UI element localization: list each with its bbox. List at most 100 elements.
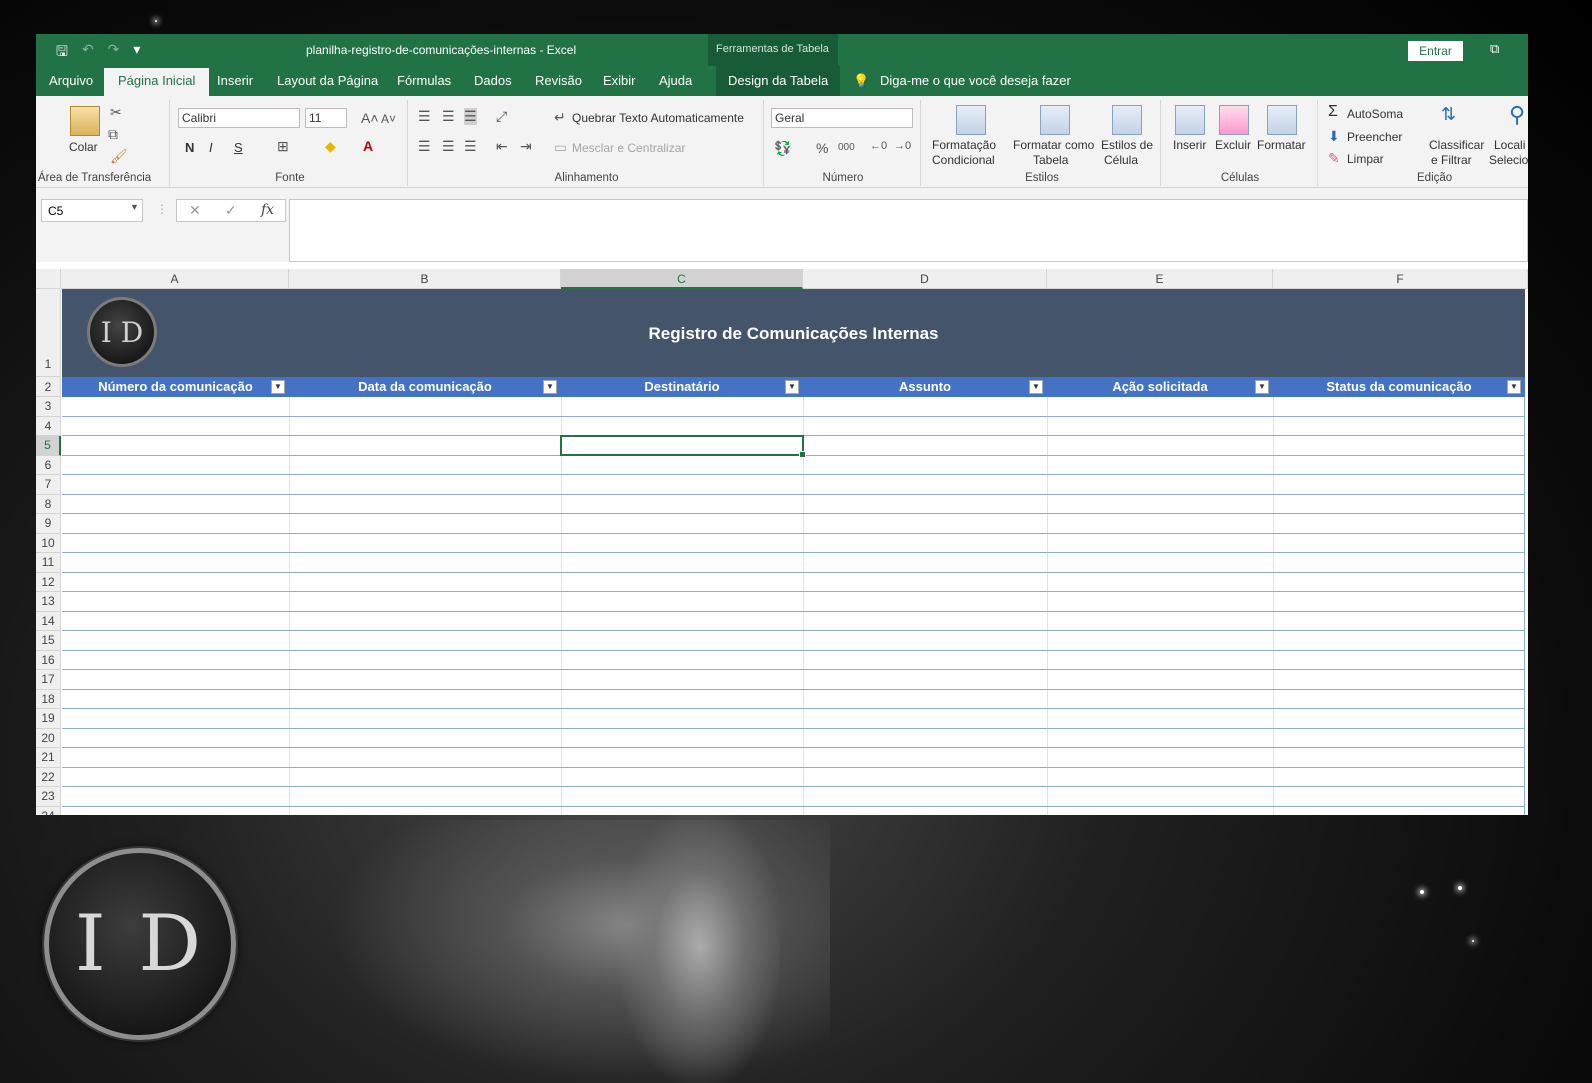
row-header[interactable]: 9 <box>36 514 61 534</box>
fill-button[interactable]: Preencher <box>1347 130 1402 144</box>
row-header[interactable]: 11 <box>36 553 61 573</box>
column-header-e[interactable]: E <box>1047 269 1273 289</box>
align-center-icon[interactable]: ☰ <box>442 138 455 155</box>
find-select-label-1[interactable]: Locali <box>1494 138 1525 152</box>
table-row[interactable] <box>62 475 1525 495</box>
cell-styles-label-2[interactable]: Célula <box>1104 153 1138 167</box>
filter-dropdown-icon[interactable]: ▼ <box>543 380 557 394</box>
autosum-icon[interactable]: Σ <box>1328 103 1338 121</box>
customize-qat-icon[interactable]: ▾ <box>133 41 140 65</box>
selected-cell[interactable] <box>560 435 806 458</box>
table-row[interactable] <box>62 787 1525 807</box>
conditional-formatting-icon[interactable] <box>956 105 986 135</box>
tab-formulas[interactable]: Fórmulas <box>397 73 451 88</box>
tab-dados[interactable]: Dados <box>474 73 512 88</box>
row-header[interactable]: 19 <box>36 709 61 729</box>
table-row[interactable] <box>62 456 1525 475</box>
conditional-formatting-label-1[interactable]: Formatação <box>932 138 996 152</box>
row-header[interactable]: 16 <box>36 650 61 670</box>
autosum-button[interactable]: AutoSoma <box>1347 107 1403 121</box>
row-header[interactable]: 6 <box>36 455 61 475</box>
column-header-a[interactable]: A <box>61 269 289 289</box>
row-header[interactable]: 23 <box>36 787 61 807</box>
fill-icon[interactable]: ⬇ <box>1328 128 1340 145</box>
row-header[interactable]: 3 <box>36 397 61 417</box>
find-select-icon[interactable]: ⚲ <box>1509 102 1525 128</box>
table-row[interactable] <box>62 417 1525 436</box>
row-header[interactable]: 14 <box>36 611 61 631</box>
filter-dropdown-icon[interactable]: ▼ <box>1507 380 1521 394</box>
cancel-icon[interactable]: ✕ <box>189 202 201 219</box>
filter-dropdown-icon[interactable]: ▼ <box>785 380 799 394</box>
italic-button[interactable]: I <box>209 140 213 155</box>
header-status[interactable]: Status da comunicação ▼ <box>1273 377 1525 397</box>
filter-dropdown-icon[interactable]: ▼ <box>1255 380 1269 394</box>
paste-icon[interactable] <box>70 106 100 136</box>
formula-input[interactable] <box>289 199 1528 262</box>
delete-cells-button[interactable]: Excluir <box>1215 138 1251 152</box>
header-data[interactable]: Data da comunicação ▼ <box>289 377 561 397</box>
row-header[interactable]: 8 <box>36 494 61 514</box>
tab-inserir[interactable]: Inserir <box>217 73 253 88</box>
table-row[interactable] <box>62 670 1525 690</box>
header-numero[interactable]: Número da comunicação ▼ <box>62 377 289 397</box>
table-row[interactable] <box>62 534 1525 553</box>
currency-icon[interactable]: 💱 <box>774 140 791 157</box>
increase-indent-icon[interactable]: ⇥ <box>520 138 532 155</box>
table-row[interactable] <box>62 651 1525 670</box>
align-left-icon[interactable]: ☰ <box>418 138 431 155</box>
insert-cells-button[interactable]: Inserir <box>1173 138 1206 152</box>
sort-filter-icon[interactable]: ⇅ <box>1441 104 1456 125</box>
row-header[interactable]: 2 <box>36 377 61 397</box>
clear-icon[interactable]: ✎ <box>1328 150 1340 167</box>
align-bottom-icon[interactable]: ☰ <box>464 108 477 125</box>
ribbon-display-options-icon[interactable]: ⧉ <box>1490 41 1499 57</box>
insert-function-icon[interactable]: fx <box>261 202 274 218</box>
merge-icon[interactable]: ▭ <box>554 139 567 156</box>
format-painter-icon[interactable]: 🖌 <box>110 148 128 165</box>
fill-color-icon[interactable]: ◆ <box>325 138 336 155</box>
row-header[interactable]: 10 <box>36 533 61 553</box>
orientation-icon[interactable]: ⤢ <box>496 108 507 125</box>
header-acao[interactable]: Ação solicitada ▼ <box>1047 377 1273 397</box>
font-color-icon[interactable]: A <box>363 138 373 154</box>
table-row[interactable] <box>62 807 1525 816</box>
tab-ajuda[interactable]: Ajuda <box>659 73 692 88</box>
table-row[interactable] <box>62 573 1525 592</box>
cut-icon[interactable]: ✂ <box>110 104 122 121</box>
enter-icon[interactable]: ✓ <box>225 202 237 219</box>
row-header[interactable]: 7 <box>36 475 61 495</box>
row-header[interactable]: 15 <box>36 631 61 651</box>
name-box-dropdown-icon[interactable]: ▼ <box>130 202 139 212</box>
column-header-f[interactable]: F <box>1273 269 1528 289</box>
increase-decimal-icon[interactable]: ←0 <box>870 140 887 152</box>
row-header[interactable]: 18 <box>36 689 61 709</box>
borders-icon[interactable]: ⊞ <box>277 138 289 155</box>
font-name-select[interactable]: Calibri <box>178 108 300 128</box>
save-icon[interactable]: 🖫 <box>56 41 68 65</box>
table-row[interactable] <box>62 631 1525 651</box>
sort-filter-label-2[interactable]: e Filtrar <box>1431 153 1472 167</box>
row-header[interactable]: 12 <box>36 572 61 592</box>
wrap-text-button[interactable]: Quebrar Texto Automaticamente <box>572 111 744 125</box>
table-row[interactable] <box>62 592 1525 612</box>
column-header-d[interactable]: D <box>803 269 1047 289</box>
row-header[interactable]: 20 <box>36 728 61 748</box>
conditional-formatting-label-2[interactable]: Condicional <box>932 153 995 167</box>
tab-design-tabela[interactable]: Design da Tabela <box>716 66 841 96</box>
cell-styles-icon[interactable] <box>1112 105 1142 135</box>
align-right-icon[interactable]: ☰ <box>464 138 477 155</box>
tell-me-search[interactable]: Diga-me o que você deseja fazer <box>880 73 1071 88</box>
thousands-icon[interactable]: 000 <box>838 142 855 153</box>
table-row[interactable] <box>62 612 1525 631</box>
clear-button[interactable]: Limpar <box>1347 152 1384 166</box>
format-as-table-label-1[interactable]: Formatar como <box>1013 138 1094 152</box>
header-assunto[interactable]: Assunto ▼ <box>803 377 1047 397</box>
name-box[interactable]: C5 <box>41 199 143 222</box>
table-row[interactable] <box>62 709 1525 729</box>
table-row[interactable] <box>62 495 1525 514</box>
row-header[interactable]: 22 <box>36 767 61 787</box>
wrap-text-icon[interactable]: ↵ <box>554 109 566 126</box>
grow-font-icon[interactable]: A˄ <box>361 110 379 126</box>
tab-pagina-inicial[interactable]: Página Inicial <box>104 68 210 96</box>
